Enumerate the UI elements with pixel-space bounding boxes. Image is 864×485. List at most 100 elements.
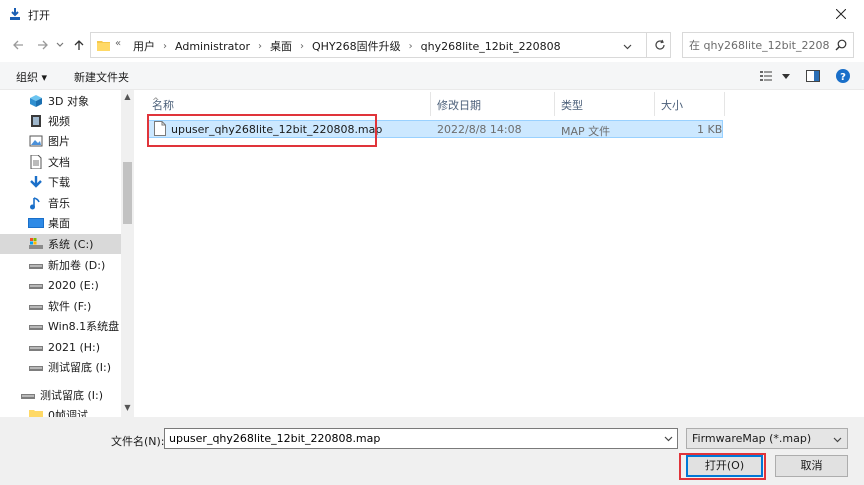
breadcrumb-overflow[interactable]: «: [115, 38, 121, 49]
up-button[interactable]: [71, 37, 87, 53]
sidebar-item-label: 测试留底 (I:): [40, 389, 104, 402]
breadcrumb-item[interactable]: qhy268lite_12bit_220808: [417, 40, 565, 53]
column-header-label: 大小: [661, 99, 683, 112]
help-button[interactable]: ?: [836, 67, 850, 85]
breadcrumb-item[interactable]: Administrator: [171, 40, 254, 53]
search-input[interactable]: [689, 37, 829, 53]
breadcrumb-separator-icon[interactable]: ›: [254, 41, 266, 52]
scroll-thumb[interactable]: [123, 162, 132, 224]
forward-button[interactable]: [35, 37, 51, 53]
sidebar-item-video[interactable]: 视频: [0, 111, 121, 131]
back-arrow-icon: [13, 40, 23, 50]
filename-combobox[interactable]: [164, 428, 678, 449]
address-bar[interactable]: « 用户 › Administrator › 桌面 › QHY268固件升级 ›…: [90, 32, 671, 58]
breadcrumb-separator-icon[interactable]: ›: [296, 41, 308, 52]
sidebar-item-label: 桌面: [48, 217, 70, 230]
preview-pane-icon: [806, 70, 820, 82]
sidebar-item-desktop[interactable]: 桌面: [0, 213, 121, 233]
address-dropdown-button[interactable]: [623, 40, 632, 53]
sidebar-item-drive-i[interactable]: 测试留底 (I:): [0, 357, 121, 377]
up-arrow-icon: [74, 40, 84, 50]
sidebar-item-system-c[interactable]: 系统 (C:): [0, 234, 121, 254]
file-size: 1 KB: [697, 123, 723, 136]
column-header-name[interactable]: 名称 ^: [146, 92, 431, 116]
organize-menu[interactable]: 组织 ▾: [16, 69, 47, 85]
sidebar-item-label: 下载: [48, 176, 70, 189]
breadcrumb-item[interactable]: 桌面: [266, 38, 296, 54]
breadcrumb-separator-icon[interactable]: ›: [405, 41, 417, 52]
drive-icon: [28, 298, 44, 314]
column-header-size[interactable]: 大小: [655, 92, 725, 116]
refresh-icon: [654, 39, 665, 50]
sidebar-item-pictures[interactable]: 图片: [0, 131, 121, 151]
sidebar-item-drive-e[interactable]: 2020 (E:): [0, 275, 121, 295]
view-list-icon: [760, 71, 772, 81]
sidebar-item-label: 2020 (E:): [48, 278, 99, 292]
title-bar: 打开: [0, 0, 864, 28]
search-box[interactable]: [682, 32, 854, 58]
drive-icon: [28, 359, 44, 375]
music-icon: [28, 195, 44, 211]
sidebar-item-drive-g[interactable]: Win8.1系统盘 (G: [0, 316, 121, 336]
sidebar-item-label: 文档: [48, 156, 70, 169]
drive-icon: [20, 387, 36, 403]
drive-icon: [28, 339, 44, 355]
highlight-box: [679, 453, 766, 480]
back-button[interactable]: [10, 37, 26, 53]
sidebar-item-drive-d[interactable]: 新加卷 (D:): [0, 255, 121, 275]
view-options-button[interactable]: [760, 67, 790, 85]
chevron-down-icon: [623, 44, 632, 50]
document-icon: [28, 154, 44, 170]
column-header-label: 类型: [561, 99, 583, 112]
breadcrumb-separator-icon[interactable]: ›: [159, 41, 171, 52]
filename-dropdown-button[interactable]: [664, 432, 673, 445]
system-drive-icon: [28, 236, 44, 252]
column-header-label: 修改日期: [437, 99, 481, 112]
filetype-select[interactable]: FirmwareMap (*.map): [686, 428, 848, 449]
cancel-button[interactable]: 取消: [775, 455, 848, 477]
dialog-footer: 文件名(N): FirmwareMap (*.map) 打开(O) 取消: [0, 417, 864, 485]
sidebar-item-drive-h[interactable]: 2021 (H:): [0, 337, 121, 357]
sidebar-scrollbar[interactable]: ▲ ▼: [121, 90, 134, 417]
column-header-type[interactable]: 类型: [555, 92, 655, 116]
file-modified: 2022/8/8 14:08: [437, 123, 522, 136]
sidebar-item-documents[interactable]: 文档: [0, 152, 121, 172]
close-icon: [836, 9, 846, 19]
drive-icon: [28, 318, 44, 334]
desktop-icon: [28, 215, 44, 231]
column-header-modified[interactable]: 修改日期: [431, 92, 555, 116]
command-toolbar: 组织 ▾ 新建文件夹 ?: [0, 62, 864, 90]
filetype-value: FirmwareMap (*.map): [692, 432, 812, 445]
drive-icon: [28, 277, 44, 293]
picture-icon: [28, 133, 44, 149]
filename-field[interactable]: [169, 431, 659, 446]
sidebar-item-downloads[interactable]: 下载: [0, 172, 121, 192]
drive-icon: [28, 257, 44, 273]
file-list: 名称 ^ 修改日期 类型 大小 upuser_qhy268lite_12bit_…: [138, 90, 864, 417]
sidebar-item-music[interactable]: 音乐: [0, 193, 121, 213]
navigation-bar: « 用户 › Administrator › 桌面 › QHY268固件升级 ›…: [0, 28, 864, 62]
svg-text:?: ?: [840, 72, 846, 83]
breadcrumb-item[interactable]: QHY268固件升级: [308, 38, 405, 54]
download-icon: [8, 7, 22, 21]
sidebar-item-folder[interactable]: 0帧调试: [0, 405, 121, 417]
sidebar-item-label: 系统 (C:): [48, 238, 94, 251]
new-folder-button[interactable]: 新建文件夹: [74, 69, 129, 85]
refresh-button[interactable]: [646, 33, 672, 57]
sidebar-item-label: 软件 (F:): [48, 300, 92, 313]
close-button[interactable]: [818, 0, 864, 28]
sidebar-item-drive-f[interactable]: 软件 (F:): [0, 296, 121, 316]
sidebar-item-label: 0帧调试: [48, 409, 88, 417]
recent-locations-button[interactable]: [55, 37, 65, 53]
navigation-pane: 3D 对象 视频 图片 文档 下载 音乐 桌面 系统 (C:) 新加卷 (D:)…: [0, 90, 134, 417]
breadcrumb-item[interactable]: 用户: [129, 38, 159, 54]
scroll-up-icon[interactable]: ▲: [121, 92, 134, 104]
sidebar-item-drive-i-network[interactable]: 测试留底 (I:): [0, 385, 121, 405]
file-type: MAP 文件: [561, 125, 611, 138]
search-icon[interactable]: [835, 39, 847, 54]
sidebar-item-3d-objects[interactable]: 3D 对象: [0, 91, 121, 111]
chevron-down-icon: [833, 433, 842, 446]
scroll-down-icon[interactable]: ▼: [121, 403, 134, 415]
preview-pane-button[interactable]: [806, 67, 820, 85]
folder-icon: [28, 407, 44, 417]
